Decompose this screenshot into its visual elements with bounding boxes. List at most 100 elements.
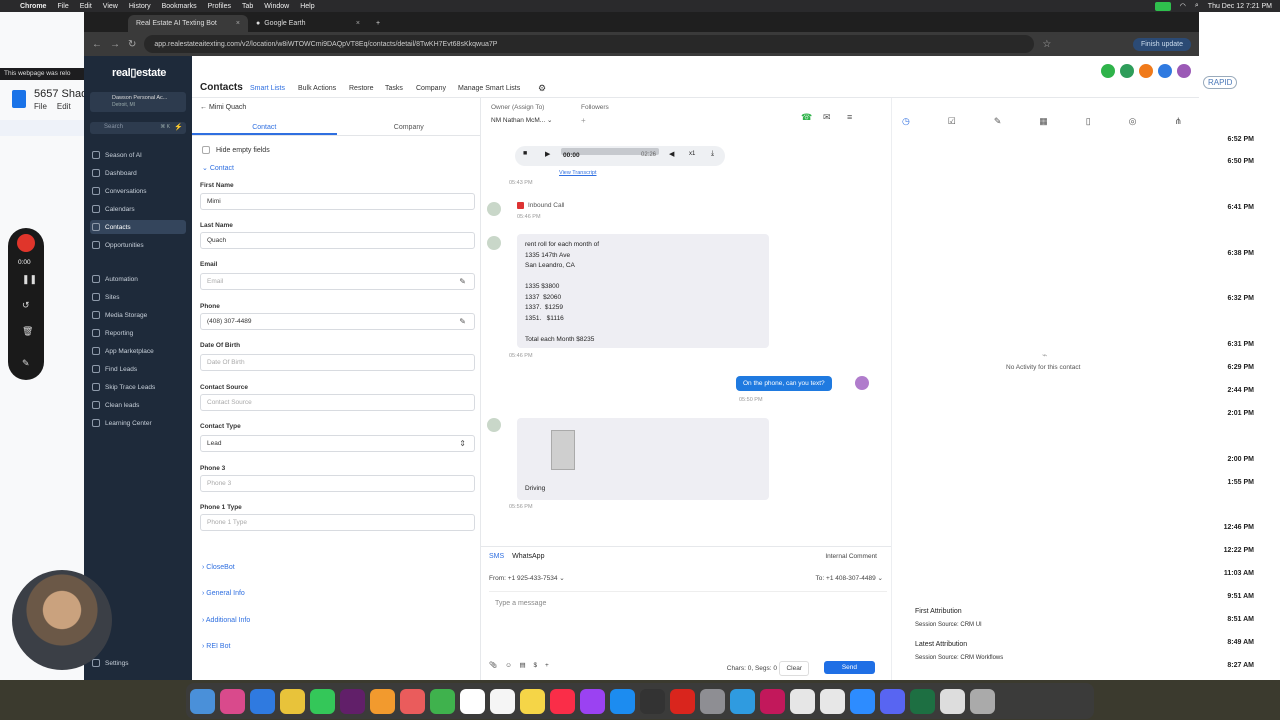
workflow-icon[interactable]: ⋔ (1174, 116, 1182, 127)
sidebar-item-opportunities[interactable]: Opportunities (90, 238, 186, 252)
image-thumbnail[interactable] (551, 430, 575, 470)
preview-icon[interactable] (820, 688, 845, 714)
download-icon[interactable]: ⤓ (711, 150, 714, 158)
app-store-icon[interactable] (610, 688, 635, 714)
restart-icon[interactable]: ↺ (22, 300, 30, 311)
reload-icon[interactable]: ↻ (128, 39, 136, 50)
sidebar-item-conversations[interactable]: Conversations (90, 184, 186, 198)
account-switcher[interactable]: Dawson Personal Ac... Detroit, MI (90, 92, 186, 112)
app-logo[interactable]: real▯estate (112, 66, 166, 79)
sidebar-item-sites[interactable]: Sites (90, 290, 186, 304)
dollar-icon[interactable]: $ (534, 662, 538, 669)
accordion-closebot[interactable]: › CloseBot (202, 564, 235, 571)
help-icon[interactable] (1158, 64, 1172, 78)
tab-manage-smart-lists[interactable]: Manage Smart Lists (458, 85, 520, 92)
facetime-indicator-icon[interactable] (1154, 1, 1171, 11)
reminders-icon[interactable] (490, 688, 515, 714)
accordion-rei-bot[interactable]: › REI Bot (202, 643, 230, 650)
play-icon[interactable]: ▶ (545, 150, 550, 158)
document-icon[interactable]: ▯ (1086, 116, 1091, 127)
menu-tab[interactable]: Tab (242, 3, 253, 10)
photos-icon[interactable] (400, 688, 425, 714)
notes-icon[interactable] (520, 688, 545, 714)
accordion-general-info[interactable]: › General Info (202, 590, 245, 597)
sidebar-item-clean-leads[interactable]: Clean leads (90, 398, 186, 412)
sidebar-item-reporting[interactable]: Reporting (90, 326, 186, 340)
facetime-icon[interactable] (430, 688, 455, 714)
call-icon[interactable]: ☎ (801, 112, 812, 123)
dollar-icon[interactable]: ◎ (1129, 116, 1137, 127)
message-input[interactable]: Type a message (489, 591, 887, 647)
phone-field[interactable]: (408) 307-4489 ✎ (200, 313, 475, 330)
send-button[interactable]: Send (823, 661, 875, 674)
finder-icon[interactable] (190, 688, 215, 714)
sidebar-item-media-storage[interactable]: Media Storage (90, 308, 186, 322)
tab-company[interactable]: Company (416, 85, 446, 92)
add-icon[interactable]: + (545, 662, 549, 669)
excel-icon[interactable] (910, 688, 935, 714)
clear-button[interactable]: Clear (779, 661, 809, 676)
gear-icon[interactable]: ⚙ (538, 83, 546, 94)
wifi-icon[interactable]: ◠ (1180, 2, 1186, 10)
sidebar-item-app-marketplace[interactable]: App Marketplace (90, 344, 186, 358)
menu-view[interactable]: View (103, 3, 118, 10)
sidebar-item-learning-center[interactable]: Learning Center (90, 416, 186, 430)
calendar-icon[interactable] (460, 688, 485, 714)
accordion-additional-info[interactable]: › Additional Info (202, 617, 250, 624)
activity-icon[interactable]: ◷ (902, 116, 910, 127)
system-settings-icon[interactable] (700, 688, 725, 714)
books-icon[interactable] (370, 688, 395, 714)
sidebar-item-dashboard[interactable]: Dashboard (90, 166, 186, 180)
task-icon[interactable]: ☑ (948, 116, 956, 127)
doc-menu-edit[interactable]: Edit (57, 102, 71, 111)
phone3-field[interactable]: Phone 3 (200, 475, 475, 492)
menu-help[interactable]: Help (300, 3, 314, 10)
sidebar-item-season-of-ai[interactable]: Season of AI (90, 148, 186, 162)
discord-icon[interactable] (880, 688, 905, 714)
view-transcript-link[interactable]: View Transcript (559, 170, 597, 176)
record-stop-button[interactable] (17, 234, 35, 252)
hide-empty-toggle[interactable]: Hide empty fields (202, 146, 270, 154)
contact-type-select[interactable]: Lead ⇕ (200, 435, 475, 452)
menu-history[interactable]: History (129, 3, 151, 10)
maps-icon[interactable] (790, 688, 815, 714)
pencil-icon[interactable]: ✎ (459, 317, 466, 326)
mosaic-icon[interactable] (760, 688, 785, 714)
new-tab-button[interactable]: + (368, 15, 392, 32)
music-icon[interactable] (550, 688, 575, 714)
internal-comment-toggle[interactable]: Internal Comment (825, 553, 877, 560)
tab-real-estate[interactable]: Real Estate AI Texting Bot × (128, 15, 248, 32)
dob-field[interactable]: Date Of Birth (200, 354, 475, 371)
owner-select[interactable]: NM Nathan McM... ⌄ (491, 116, 552, 124)
volume-icon[interactable]: ◀ (669, 150, 674, 158)
downloads-icon[interactable] (940, 688, 965, 714)
to-number-select[interactable]: +1 408-307-4489 (826, 575, 876, 582)
menubar-clock[interactable]: Thu Dec 12 7:21 PM (1208, 3, 1272, 10)
pen-icon[interactable]: ✎ (22, 358, 30, 369)
activity-monitor-icon[interactable] (640, 688, 665, 714)
launchpad-icon[interactable] (220, 688, 245, 714)
weather-icon[interactable] (730, 688, 755, 714)
close-icon[interactable]: × (236, 20, 240, 27)
podcasts-icon[interactable] (580, 688, 605, 714)
tab-sms[interactable]: SMS (489, 553, 504, 560)
megaphone-icon[interactable] (1120, 64, 1134, 78)
lightning-icon[interactable]: ⚡ (174, 123, 183, 131)
tab-tasks[interactable]: Tasks (385, 85, 403, 92)
safari-icon[interactable] (250, 688, 275, 714)
playback-speed[interactable]: x1 (689, 151, 695, 157)
from-number-select[interactable]: +1 925-433-7534 (508, 575, 558, 582)
checkbox[interactable] (202, 146, 210, 154)
tab-company[interactable]: Company (337, 120, 481, 135)
menu-edit[interactable]: Edit (80, 3, 92, 10)
note-icon[interactable]: ✎ (994, 116, 1002, 127)
menu-bookmarks[interactable]: Bookmarks (162, 3, 197, 10)
tab-restore[interactable]: Restore (349, 85, 374, 92)
menu-profiles[interactable]: Profiles (208, 3, 231, 10)
trash-icon[interactable]: 🗑︎ (22, 326, 33, 337)
acrobat-icon[interactable] (670, 688, 695, 714)
avatar[interactable] (1177, 64, 1191, 78)
chrome-icon[interactable] (280, 688, 305, 714)
sidebar-item-find-leads[interactable]: Find Leads (90, 362, 186, 376)
attachment-icon[interactable]: 📎︎ (489, 662, 497, 669)
